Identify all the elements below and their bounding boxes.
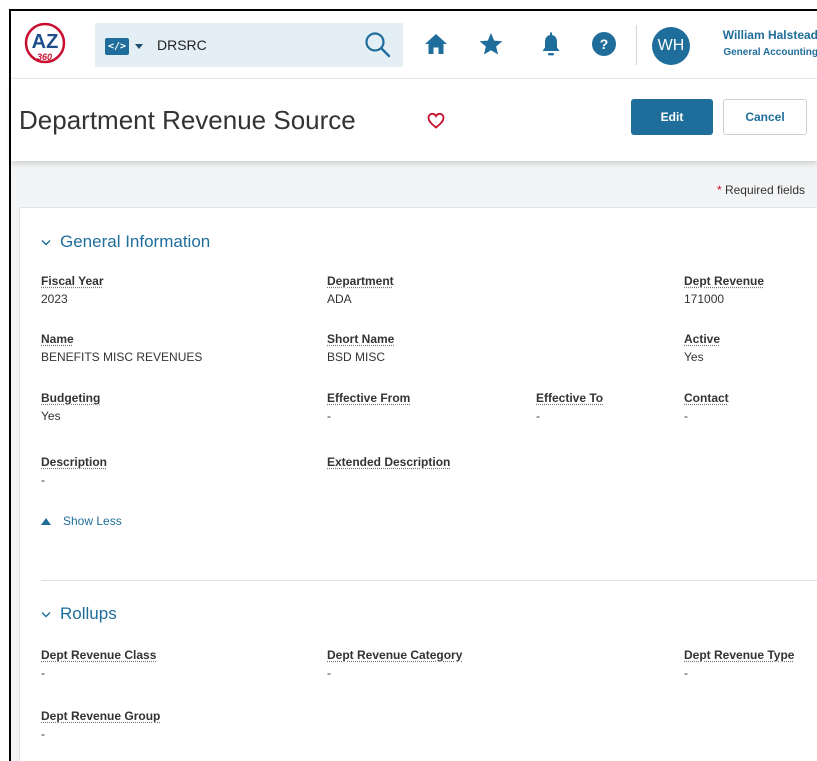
section-divider bbox=[41, 580, 817, 581]
caret-down-icon bbox=[135, 43, 143, 49]
name-label: Name bbox=[41, 332, 74, 346]
dept-revenue-group-value: - bbox=[41, 727, 45, 741]
svg-text:?: ? bbox=[600, 36, 609, 52]
general-information-header[interactable]: General Information bbox=[41, 232, 210, 252]
star-icon[interactable] bbox=[477, 30, 505, 58]
dept-revenue-category-label: Dept Revenue Category bbox=[327, 648, 463, 662]
rollups-header[interactable]: Rollups bbox=[41, 604, 117, 624]
required-fields-label: Required fields bbox=[724, 183, 805, 197]
header-divider bbox=[636, 25, 637, 65]
code-icon: </> bbox=[105, 37, 129, 55]
effective-to-label: Effective To bbox=[536, 391, 604, 405]
help-icon[interactable]: ? bbox=[590, 30, 618, 58]
show-less-toggle[interactable]: Show Less bbox=[41, 514, 122, 528]
dept-revenue-group-label: Dept Revenue Group bbox=[41, 709, 161, 723]
dept-revenue-category-value: - bbox=[327, 666, 331, 680]
required-fields-note: * Required fields bbox=[717, 183, 805, 197]
screenshot-border-left bbox=[9, 9, 11, 761]
fiscal-year-label: Fiscal Year bbox=[41, 274, 104, 288]
contact-value: - bbox=[684, 409, 688, 423]
triangle-up-icon bbox=[41, 517, 51, 525]
bell-icon[interactable] bbox=[537, 30, 565, 58]
short-name-label: Short Name bbox=[327, 332, 395, 346]
dept-revenue-class-label: Dept Revenue Class bbox=[41, 648, 157, 662]
budgeting-value: Yes bbox=[41, 409, 61, 423]
svg-text:360: 360 bbox=[37, 52, 52, 62]
rollups-title: Rollups bbox=[60, 604, 117, 623]
screenshot-border-top bbox=[9, 9, 817, 11]
dept-revenue-type-label: Dept Revenue Type bbox=[684, 648, 795, 662]
active-label: Active bbox=[684, 332, 721, 346]
page-title: Department Revenue Source bbox=[19, 105, 356, 135]
detail-panel: General Information Fiscal Year 2023 Dep… bbox=[19, 207, 817, 761]
user-name[interactable]: William Halstead bbox=[703, 28, 817, 42]
command-type-dropdown[interactable]: </> bbox=[105, 36, 143, 56]
show-less-label: Show Less bbox=[63, 514, 122, 528]
chevron-down-icon bbox=[41, 239, 51, 245]
description-label: Description bbox=[41, 455, 108, 469]
department-label: Department bbox=[327, 274, 394, 288]
edit-button[interactable]: Edit bbox=[631, 99, 713, 135]
dept-revenue-value: 171000 bbox=[684, 292, 725, 306]
effective-from-value: - bbox=[327, 409, 331, 423]
command-input[interactable] bbox=[157, 31, 347, 59]
command-bar: </> bbox=[95, 23, 403, 67]
active-value: Yes bbox=[684, 350, 704, 364]
user-department: General Accounting bbox=[723, 47, 817, 58]
effective-from-label: Effective From bbox=[327, 391, 411, 405]
home-icon[interactable] bbox=[422, 30, 450, 58]
chevron-down-icon bbox=[41, 611, 51, 617]
top-bar: AZ 360 </> DRSRC ? WH William Halstead G… bbox=[11, 11, 817, 78]
heart-icon[interactable] bbox=[427, 112, 445, 129]
dept-revenue-type-value: - bbox=[684, 666, 688, 680]
cancel-button[interactable]: Cancel bbox=[723, 99, 807, 135]
avatar[interactable]: WH bbox=[652, 27, 690, 65]
dept-revenue-label: Dept Revenue bbox=[684, 274, 765, 288]
search-icon[interactable] bbox=[363, 30, 393, 60]
name-value: BENEFITS MISC REVENUES bbox=[41, 350, 203, 364]
svg-text:AZ: AZ bbox=[32, 31, 59, 53]
extended-description-label: Extended Description bbox=[327, 455, 451, 469]
required-star: * bbox=[716, 183, 722, 197]
general-information-title: General Information bbox=[60, 232, 211, 251]
contact-label: Contact bbox=[684, 391, 729, 405]
content-area: * Required fields General Information Fi… bbox=[11, 160, 817, 761]
page-header: Department Revenue Source Edit Cancel bbox=[11, 78, 817, 161]
short-name-value: BSD MISC bbox=[327, 350, 386, 364]
az360-logo[interactable]: AZ 360 bbox=[23, 17, 75, 69]
effective-to-value: - bbox=[536, 409, 540, 423]
department-value: ADA bbox=[327, 292, 352, 306]
fiscal-year-value: 2023 bbox=[41, 292, 68, 306]
description-value: - bbox=[41, 473, 45, 487]
dept-revenue-class-value: - bbox=[41, 666, 45, 680]
budgeting-label: Budgeting bbox=[41, 391, 101, 405]
